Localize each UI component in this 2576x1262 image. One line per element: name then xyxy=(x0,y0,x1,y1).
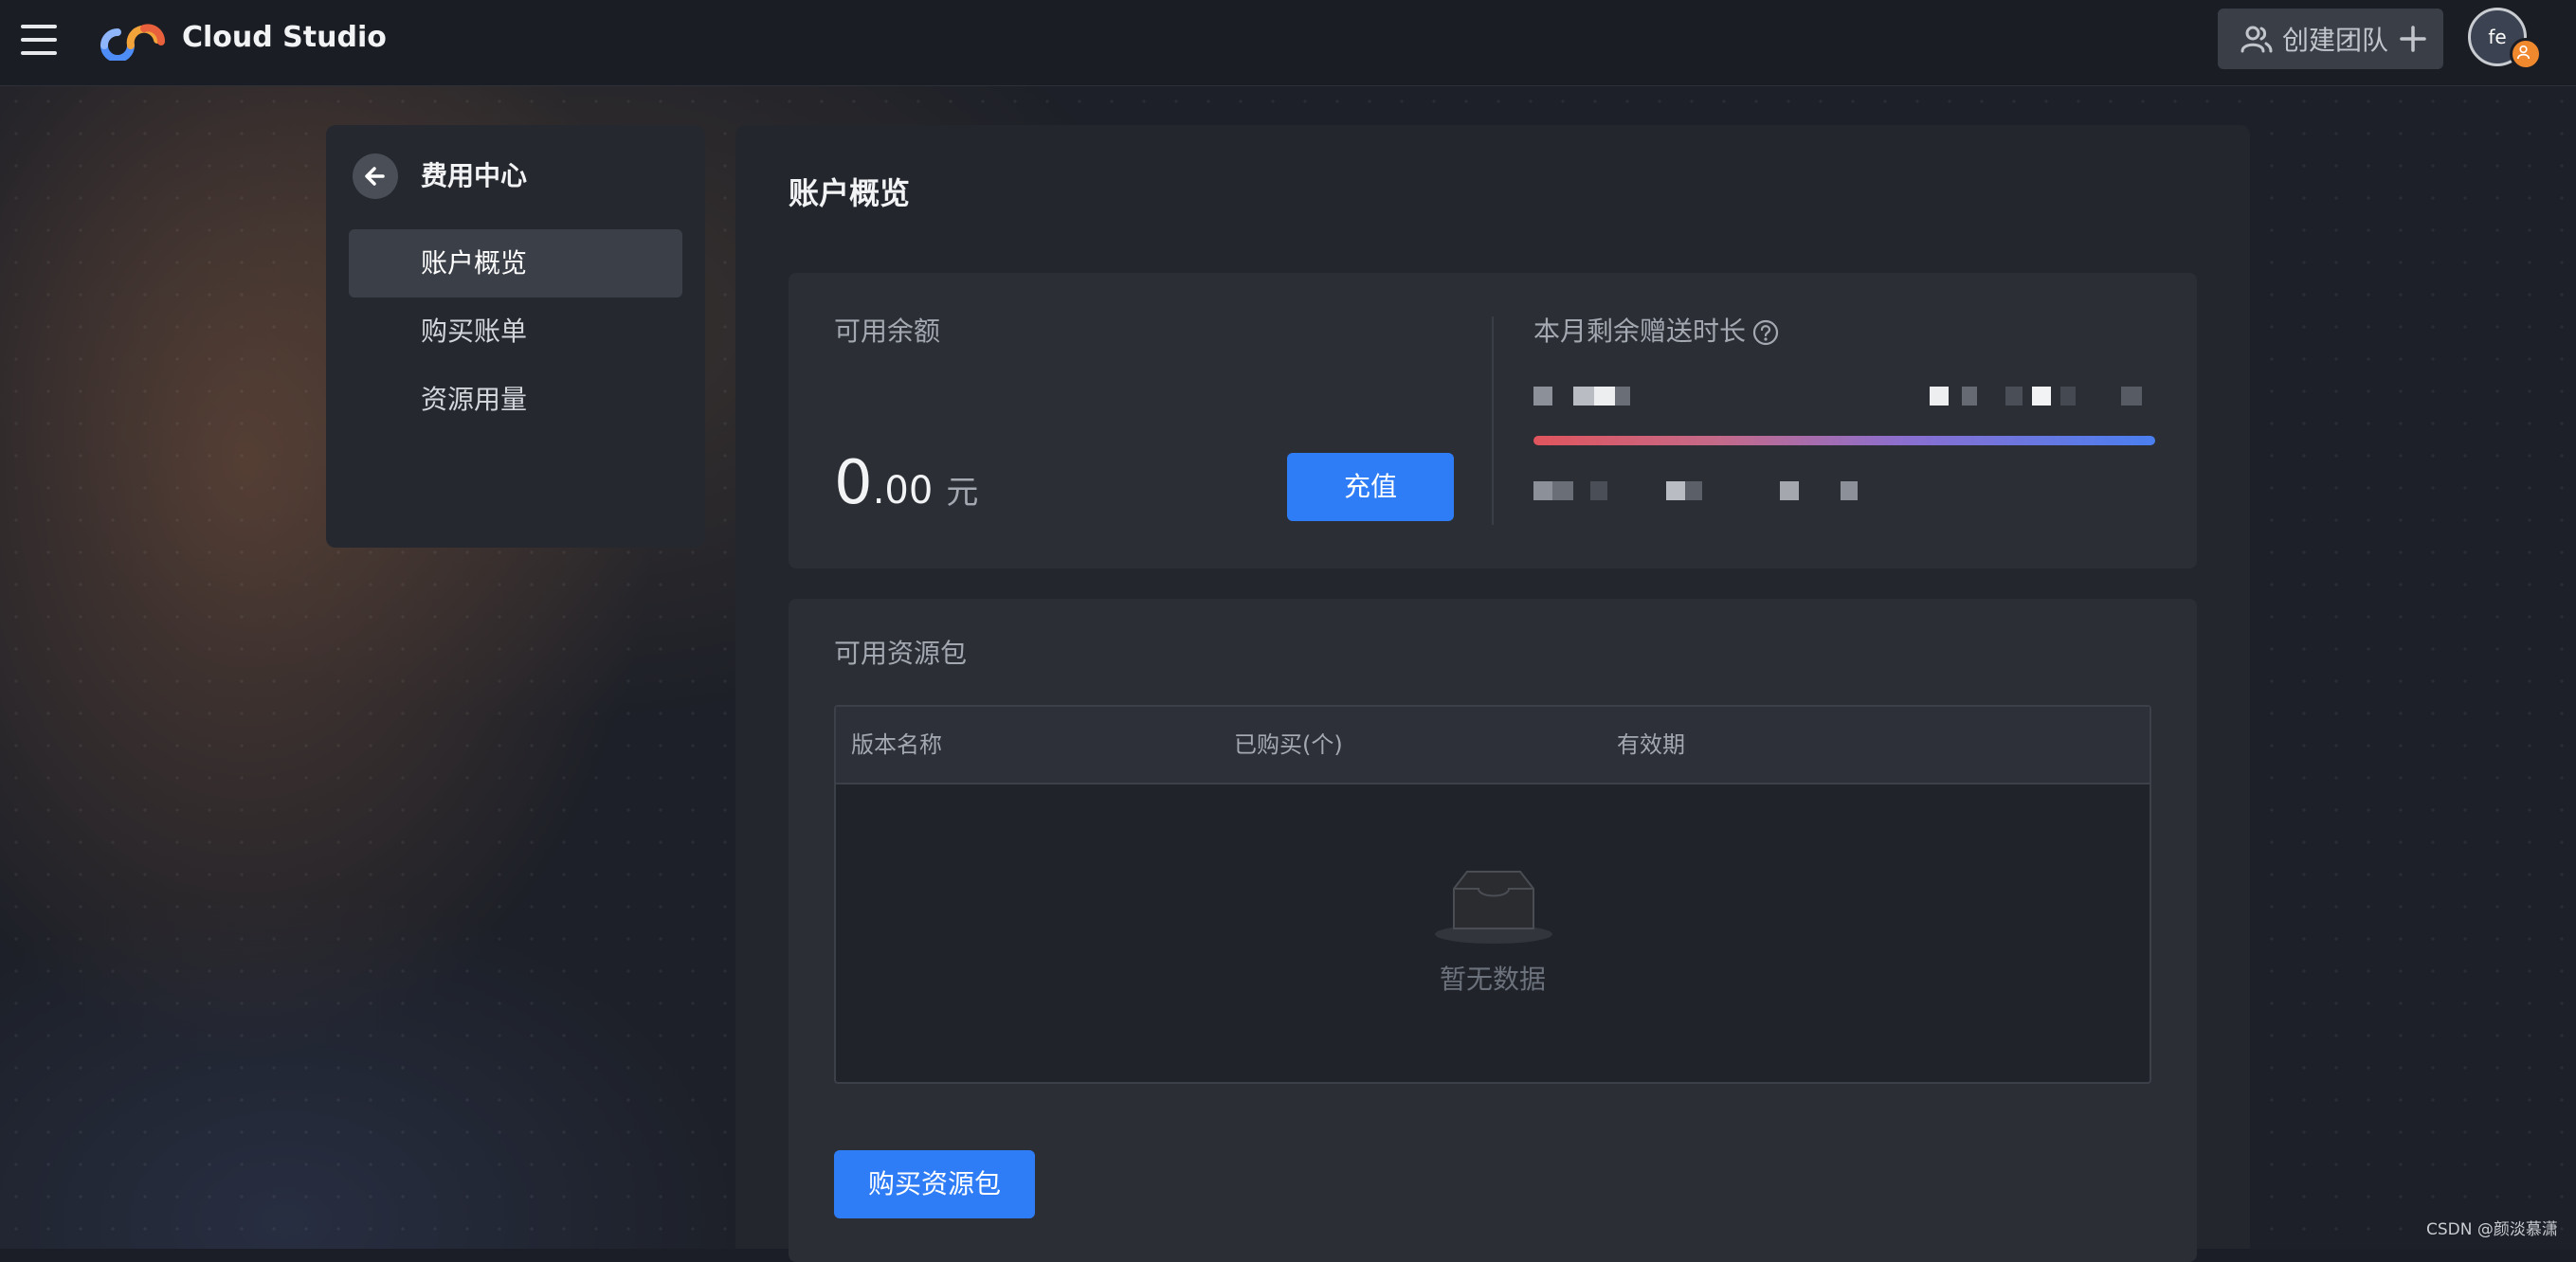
column-version-name: 版本名称 xyxy=(851,731,942,758)
column-validity-period: 有效期 xyxy=(1617,731,1685,758)
top-bar: Cloud Studio 创建团队 fe xyxy=(0,0,2576,86)
card-divider xyxy=(1492,316,1494,525)
resource-packages-table: 版本名称 已购买(个) 有效期 暂无数据 xyxy=(834,705,2151,1084)
back-button[interactable] xyxy=(353,153,398,199)
buy-resource-package-button[interactable]: 购买资源包 xyxy=(834,1150,1035,1218)
balance-card: 可用余额 0.00 元 充值 本月剩余赠送时长 xyxy=(789,273,2197,568)
watermark: CSDN @颜淡慕潇 xyxy=(2426,1220,2558,1239)
balance-amount: 0.00 元 xyxy=(834,445,978,536)
gift-time-progress-bar xyxy=(1533,436,2155,445)
main-panel: 账户概览 可用余额 0.00 元 充值 本月剩余赠送时长 可用资源包 版本名称 … xyxy=(735,125,2250,1262)
resource-packages-card: 可用资源包 版本名称 已购买(个) 有效期 暂无数据 购买资源包 xyxy=(789,599,2197,1262)
empty-state-text: 暂无数据 xyxy=(1439,964,1546,995)
sidebar-item-resource-usage[interactable]: 资源用量 xyxy=(349,366,682,434)
table-header: 版本名称 已购买(个) 有效期 xyxy=(836,707,2150,784)
user-group-icon xyxy=(2240,26,2273,53)
brand-name: Cloud Studio xyxy=(182,21,387,54)
sidebar-title: 费用中心 xyxy=(421,160,528,191)
gift-time-label: 本月剩余赠送时长 xyxy=(1533,316,1747,347)
user-badge-icon xyxy=(2510,38,2542,70)
create-team-button[interactable]: 创建团队 xyxy=(2218,9,2443,69)
balance-integer: 0 xyxy=(834,448,873,518)
back-arrow-icon xyxy=(365,167,385,186)
balance-unit: 元 xyxy=(946,474,979,512)
empty-inbox-icon xyxy=(1435,871,1552,944)
resource-packages-title: 可用资源包 xyxy=(834,638,968,669)
create-team-label: 创建团队 xyxy=(2282,25,2389,56)
balance-decimal: .00 xyxy=(872,469,934,513)
plus-icon xyxy=(2400,26,2426,52)
menu-icon[interactable] xyxy=(19,21,61,59)
available-balance-label: 可用余额 xyxy=(834,316,941,347)
column-purchased-count: 已购买(个) xyxy=(1234,731,1343,758)
cloud-studio-logo[interactable] xyxy=(97,17,169,61)
gift-time-values-obscured xyxy=(1533,387,2159,406)
sidebar-item-purchase-bills[interactable]: 购买账单 xyxy=(349,297,682,366)
recharge-button[interactable]: 充值 xyxy=(1287,453,1454,521)
help-circle-icon[interactable] xyxy=(1751,318,1780,347)
gift-time-note-obscured xyxy=(1533,481,1875,500)
billing-sidebar: 费用中心 账户概览 购买账单 资源用量 xyxy=(326,125,705,548)
sidebar-item-account-overview[interactable]: 账户概览 xyxy=(349,229,682,297)
page-title: 账户概览 xyxy=(789,175,911,211)
